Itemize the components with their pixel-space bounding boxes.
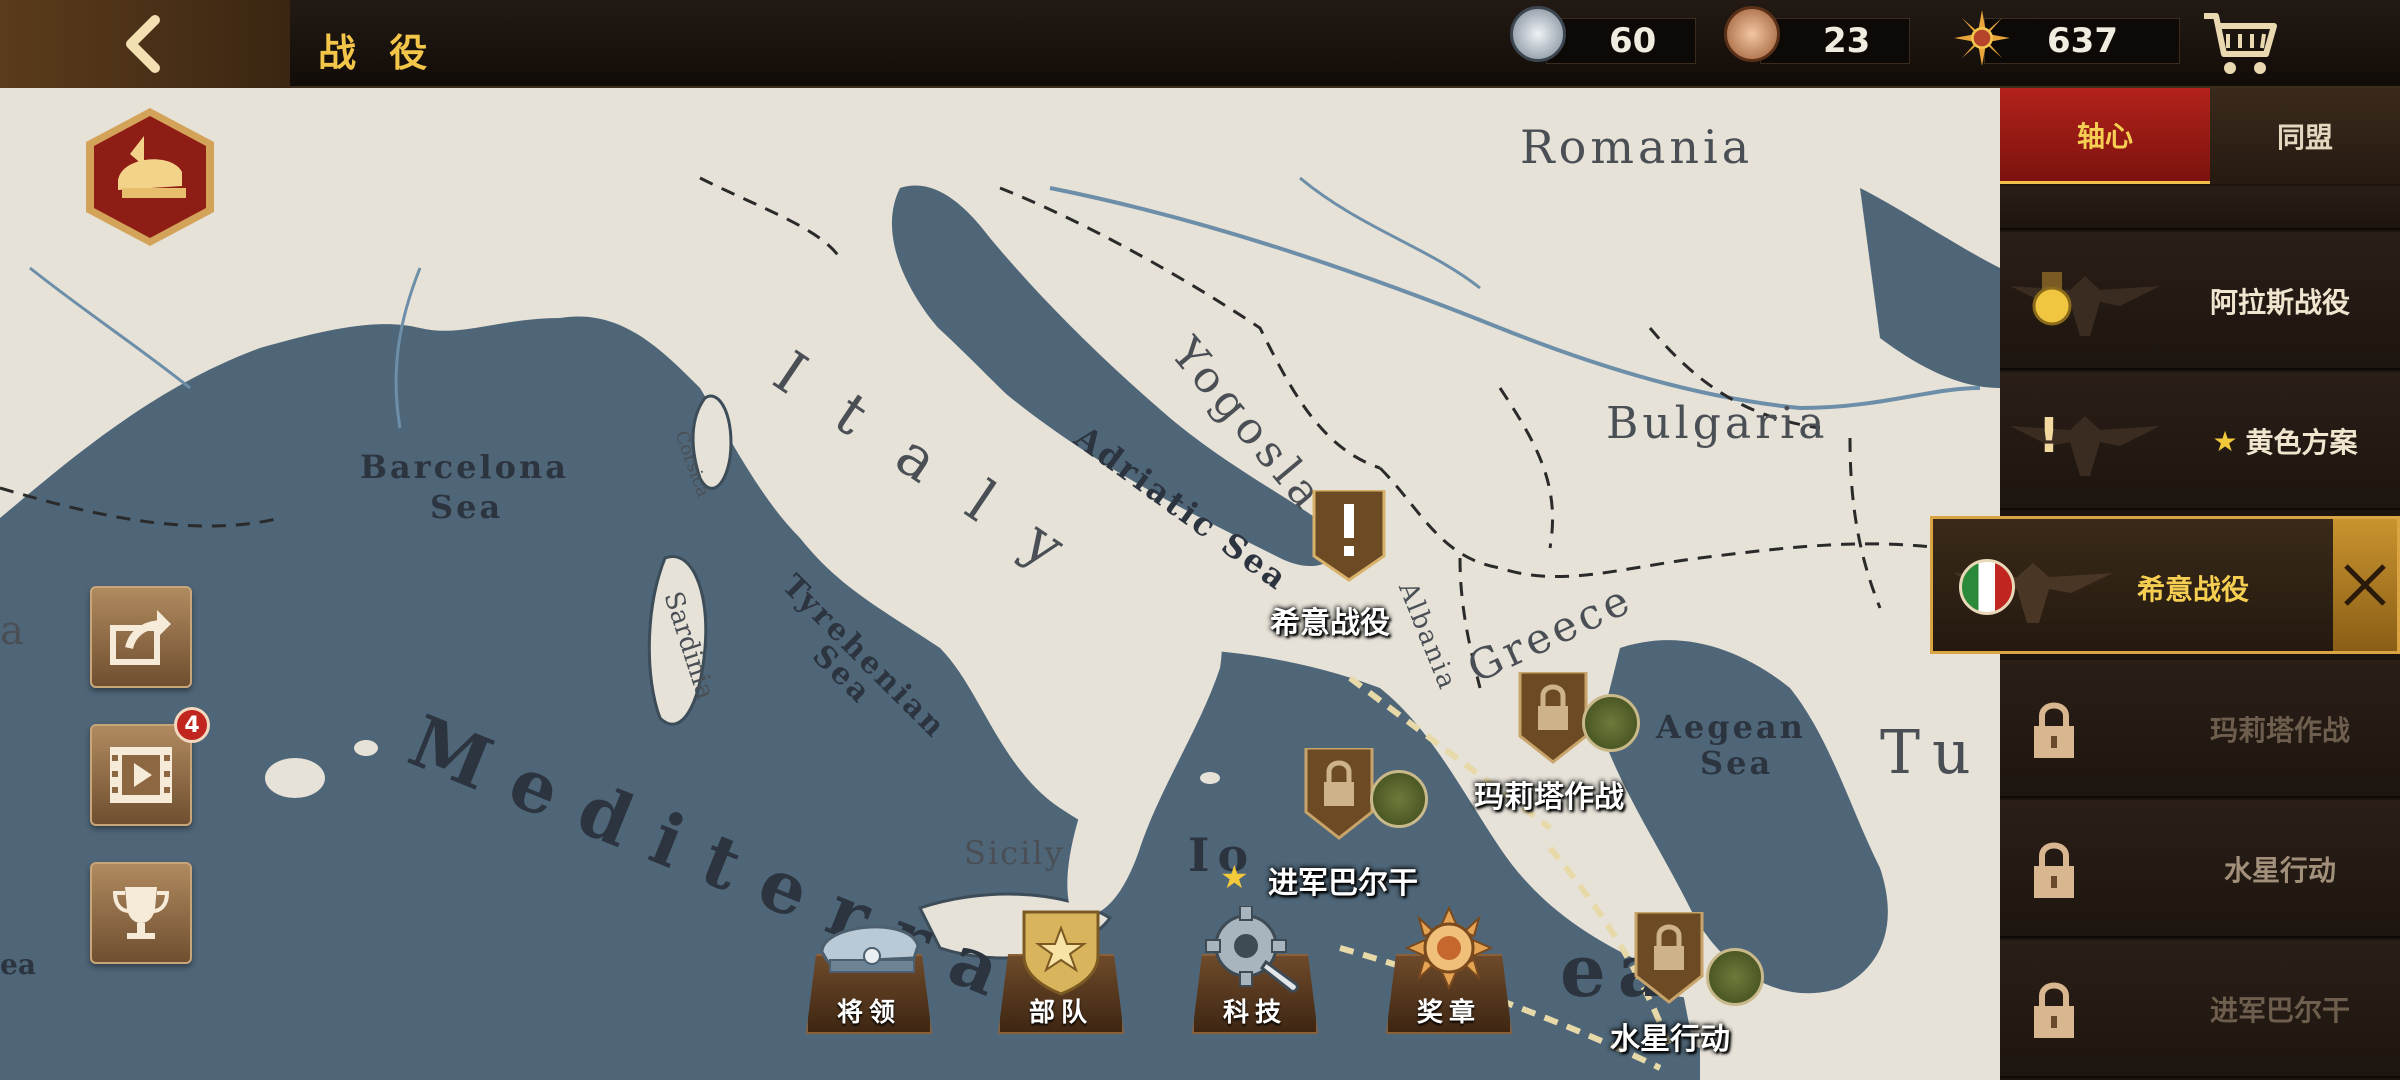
campaign-item-mercury[interactable]: 水星行动 (2000, 800, 2400, 938)
button-label: 部队 (1028, 998, 1093, 1028)
label-edge-a: a (0, 608, 24, 654)
campaign-list-panel: 轴心 同盟 阿拉斯战役 ! ★ 黄色方案 希意战役 玛莉塔作战 水星行动 进军巴… (1930, 88, 2400, 1080)
label-edge-ea: ea (0, 948, 36, 981)
video-button[interactable] (90, 724, 192, 826)
label-sicily: Sicily (964, 834, 1065, 872)
node-label: 水星行动 (1610, 1022, 1730, 1057)
campaign-node-marita[interactable]: 玛莉塔作战 (1474, 672, 1676, 815)
campaign-name: 进军巴尔干 (2209, 994, 2350, 1027)
page-title: 战 役 (318, 31, 438, 75)
button-label: 科技 (1222, 998, 1287, 1028)
label-barcelona-sea-1: Barcelona (360, 448, 569, 486)
tank-emblem-icon (1370, 770, 1428, 828)
shop-cart-icon[interactable] (2200, 8, 2280, 80)
resource-value: 60 (1609, 21, 1657, 61)
film-play-icon (110, 747, 172, 803)
gear-wrench-icon (1205, 906, 1299, 993)
star-icon: ★ (1220, 858, 1249, 896)
eagle-insignia-icon (2010, 416, 2160, 476)
lion-emblem-icon (1582, 694, 1640, 752)
button-label: 将领 (836, 998, 901, 1028)
officer-cap-icon (820, 925, 920, 973)
campaign-item-fall-gelb[interactable]: ! ★ 黄色方案 (2000, 372, 2400, 510)
share-icon (110, 610, 171, 665)
campaign-node-mercury[interactable]: 水星行动 (1608, 912, 1808, 1062)
bronze-medal-icon (1724, 6, 1780, 62)
lock-marker-icon (1304, 748, 1374, 840)
commander-cap-badge-button[interactable] (82, 106, 218, 248)
resource-gold: 637 (1984, 18, 2180, 64)
label-aegean-sea-2: Sea (1700, 744, 1774, 782)
campaign-name: 阿拉斯战役 (2209, 286, 2350, 319)
lock-icon (2034, 982, 2074, 1038)
node-label: 希意战役 (1270, 606, 1390, 641)
resource-value: 23 (1823, 21, 1871, 61)
resource-bronze: 23 (1760, 18, 1910, 64)
tab-allies[interactable]: 同盟 (2210, 88, 2400, 184)
campaign-item-marita[interactable]: 玛莉塔作战 (2000, 660, 2400, 798)
label-aegean-sea-1: Aegean (1656, 708, 1806, 746)
label-turkey: Tu (1880, 718, 1983, 788)
eagle-emblem-icon (1706, 948, 1764, 1006)
gold-sun-icon (1954, 10, 2010, 66)
campaign-node-balkans[interactable]: ★ 进军巴尔干 (1220, 748, 1462, 901)
back-button[interactable] (0, 0, 290, 88)
campaign-item-balkans[interactable]: 进军巴尔干 (2000, 940, 2400, 1078)
share-button[interactable] (90, 586, 192, 688)
army-button[interactable]: 部队 (998, 906, 1124, 1034)
top-bar: 战 役 60 23 637 (0, 0, 2400, 88)
italy-flag-icon (1959, 559, 2015, 615)
lock-icon (2034, 842, 2074, 898)
alert-icon: ! (2038, 408, 2060, 464)
resource-silver: 60 (1546, 18, 1696, 64)
trophy-button[interactable] (90, 862, 192, 964)
label-romania: Romania (1520, 120, 1754, 174)
tab-label: 轴心 (2076, 119, 2133, 153)
resource-value: 637 (2047, 21, 2118, 61)
campaign-name: 水星行动 (2223, 854, 2336, 887)
campaign-item-arras[interactable]: 阿拉斯战役 (2000, 232, 2400, 370)
star-icon: ★ (2212, 424, 2238, 458)
gold-medal-icon (2032, 272, 2072, 326)
campaign-name: 玛莉塔作战 (2209, 714, 2350, 747)
trophy-icon (112, 887, 170, 939)
medals-button[interactable]: 奖章 (1386, 906, 1512, 1034)
tab-label: 同盟 (2276, 121, 2333, 154)
army-badge-icon (1022, 910, 1100, 996)
campaign-name: 希意战役 (2136, 573, 2249, 606)
alert-marker-icon (1312, 490, 1386, 582)
node-label: 玛莉塔作战 (1474, 780, 1624, 815)
label-barcelona-sea-2: Sea (430, 488, 504, 526)
notification-badge: 4 (174, 707, 210, 743)
chevron-left-icon (126, 15, 160, 73)
label-bulgaria: Bulgaria (1606, 398, 1829, 449)
crossed-rifles-icon (2344, 564, 2386, 606)
tech-button[interactable]: 科技 (1192, 906, 1318, 1034)
node-label: 进军巴尔干 (1268, 866, 1418, 901)
campaign-item-partial (2000, 186, 2400, 230)
medal-icon (1404, 906, 1494, 991)
battle-start-button[interactable] (2333, 519, 2397, 651)
campaign-name-text: 黄色方案 (2245, 426, 2358, 459)
lock-marker-icon (1634, 912, 1704, 1004)
silver-medal-icon (1510, 6, 1566, 62)
generals-button[interactable]: 将领 (806, 906, 932, 1034)
campaign-name: ★ 黄色方案 (2160, 372, 2400, 510)
button-label: 奖章 (1416, 998, 1481, 1028)
lock-marker-icon (1518, 672, 1588, 764)
tab-axis[interactable]: 轴心 (2000, 88, 2210, 184)
lock-icon (2034, 702, 2074, 758)
campaign-item-greece-italy[interactable]: 希意战役 (1930, 516, 2400, 654)
campaign-node-greece-italy[interactable]: 希意战役 (1270, 490, 1420, 641)
